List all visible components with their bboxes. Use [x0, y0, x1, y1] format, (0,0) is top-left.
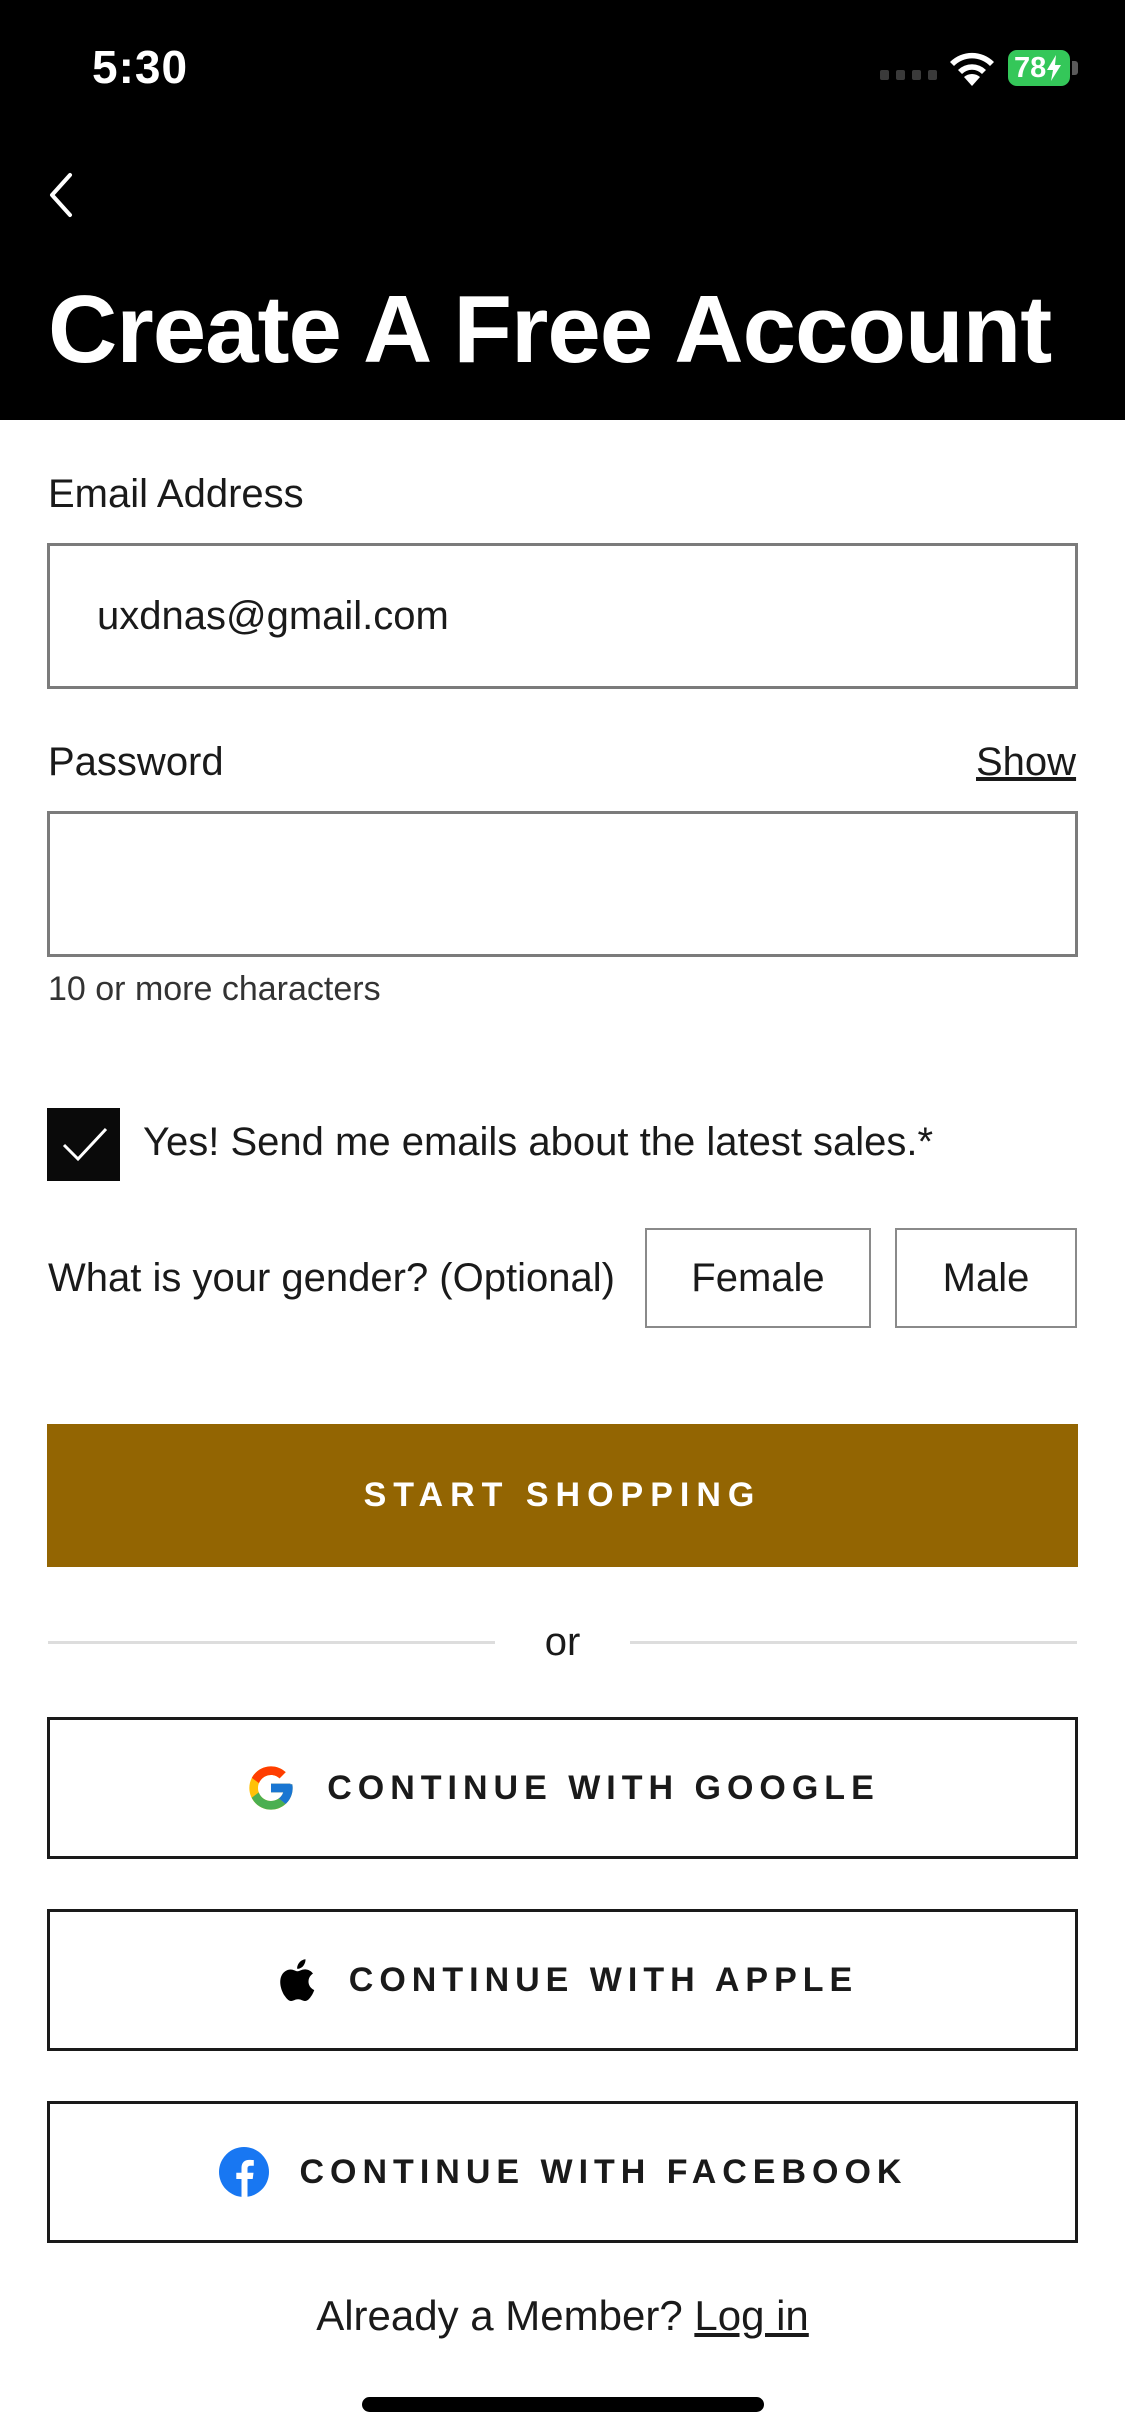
battery-tip: [1072, 61, 1078, 75]
charging-bolt-icon: [1047, 55, 1062, 81]
checkmark-icon: [62, 1127, 107, 1161]
continue-with-apple-button[interactable]: CONTINUE WITH APPLE: [47, 1909, 1078, 2051]
back-chevron-icon[interactable]: [40, 165, 80, 225]
newsletter-label: Yes! Send me emails about the latest sal…: [143, 1120, 934, 1164]
battery-icon: 78: [1008, 50, 1070, 86]
email-field[interactable]: [47, 543, 1078, 689]
show-password-link[interactable]: Show: [976, 740, 1076, 785]
status-time: 5:30: [92, 41, 189, 93]
password-hint: 10 or more characters: [48, 970, 381, 1008]
already-member-row: Already a Member? Log in: [0, 2292, 1125, 2340]
password-field[interactable]: [47, 811, 1078, 957]
continue-with-facebook-button[interactable]: CONTINUE WITH FACEBOOK: [47, 2101, 1078, 2243]
google-icon: [245, 1762, 297, 1814]
google-button-label: CONTINUE WITH GOOGLE: [327, 1768, 880, 1807]
header: 5:30 78 Create A Free Account: [0, 0, 1125, 420]
wifi-icon: [950, 52, 994, 86]
already-member-text: Already a Member?: [316, 2292, 683, 2339]
cellular-signal-icon: [880, 70, 937, 80]
gender-male-button[interactable]: Male: [895, 1228, 1077, 1328]
gender-female-button[interactable]: Female: [645, 1228, 871, 1328]
email-label: Email Address: [48, 472, 304, 516]
newsletter-checkbox[interactable]: [47, 1108, 120, 1181]
page-title: Create A Free Account: [48, 276, 1052, 383]
battery-level: 78: [1014, 51, 1047, 84]
continue-with-google-button[interactable]: CONTINUE WITH GOOGLE: [47, 1717, 1078, 1859]
facebook-button-label: CONTINUE WITH FACEBOOK: [299, 2152, 908, 2191]
apple-icon: [267, 1954, 319, 2006]
password-label: Password: [48, 740, 224, 784]
start-shopping-button[interactable]: START SHOPPING: [47, 1424, 1078, 1567]
divider-right: [630, 1641, 1077, 1644]
log-in-link[interactable]: Log in: [694, 2292, 808, 2339]
gender-question: What is your gender? (Optional): [48, 1256, 615, 1300]
facebook-icon: [218, 2146, 270, 2198]
apple-button-label: CONTINUE WITH APPLE: [348, 1960, 859, 1999]
home-indicator[interactable]: [362, 2397, 764, 2412]
